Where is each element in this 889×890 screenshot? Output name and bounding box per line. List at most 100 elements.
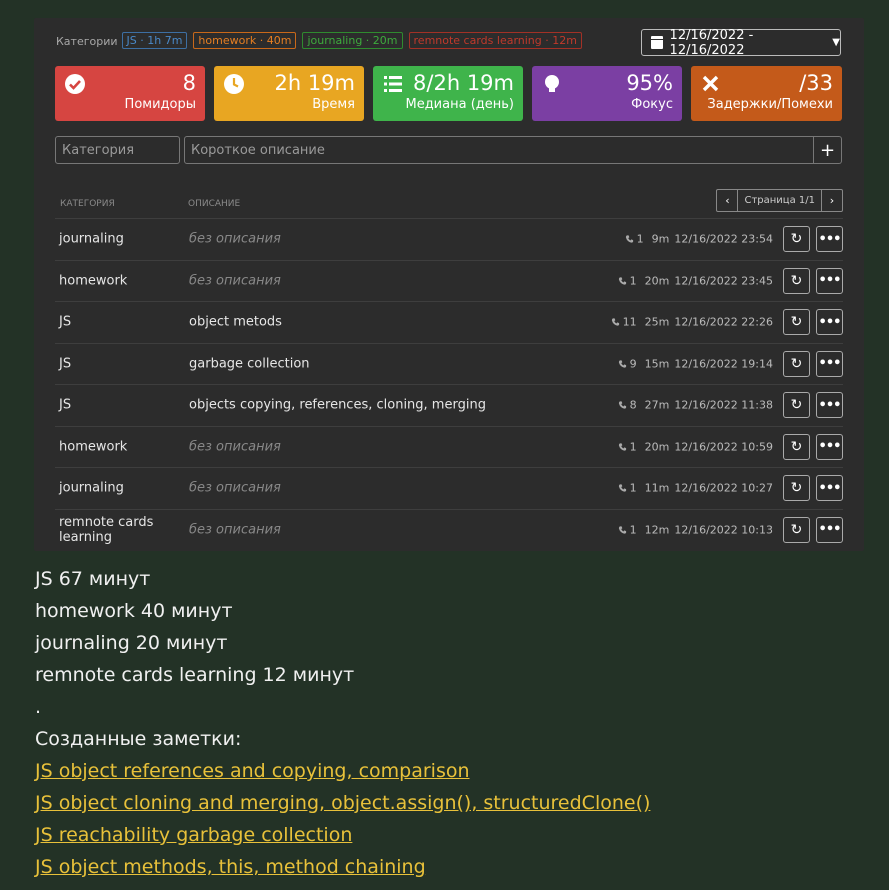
row-interruptions: 1 xyxy=(629,523,637,537)
repeat-button[interactable]: ↻ xyxy=(783,309,810,336)
more-icon: ••• xyxy=(818,397,842,413)
repeat-button[interactable]: ↻ xyxy=(783,433,810,460)
row-duration: 15m xyxy=(644,357,670,371)
sessions-table: journaling без описания 1 9m 12/16/2022 23:5… xyxy=(55,218,843,550)
more-button[interactable]: ••• xyxy=(816,226,843,253)
row-datetime: 12/16/2022 19:14 xyxy=(674,357,773,371)
phone-icon xyxy=(618,401,626,409)
row-meta: 1 20m 12/16/2022 23:45 xyxy=(618,274,773,287)
summary-line: journaling 20 минут xyxy=(35,632,228,654)
category-input[interactable] xyxy=(55,136,180,164)
chevron-down-icon: ▼ xyxy=(832,37,840,48)
note-link[interactable]: JS object references and copying, compar… xyxy=(35,755,650,787)
row-meta: 8 27m 12/16/2022 11:38 xyxy=(618,399,773,412)
row-interruptions: 1 xyxy=(629,440,637,454)
more-button[interactable]: ••• xyxy=(816,309,843,336)
note-link[interactable]: JS object methods, this, method chaining xyxy=(35,851,650,883)
summary-line: remnote cards learning 12 минут xyxy=(35,664,355,686)
stat-caption: Медиана (день) xyxy=(405,97,514,112)
phone-icon xyxy=(618,360,626,368)
phone-icon xyxy=(618,277,626,285)
row-datetime: 12/16/2022 11:38 xyxy=(674,398,773,412)
row-datetime: 12/16/2022 22:26 xyxy=(674,315,773,329)
stat-value: 8/2h 19m xyxy=(413,71,514,95)
row-meta: 11 25m 12/16/2022 22:26 xyxy=(611,316,773,329)
stat-value: 95% xyxy=(626,71,673,95)
repeat-button[interactable]: ↻ xyxy=(783,392,810,419)
lightbulb-icon xyxy=(545,75,559,92)
row-category: remnote cards learning xyxy=(59,514,154,545)
redo-icon: ↻ xyxy=(790,480,803,497)
redo-icon: ↻ xyxy=(790,355,803,372)
more-button[interactable]: ••• xyxy=(816,516,843,543)
redo-icon: ↻ xyxy=(790,438,803,455)
repeat-button[interactable]: ↻ xyxy=(783,267,810,294)
note-link[interactable]: JS object cloning and merging, object.as… xyxy=(35,787,650,819)
more-icon: ••• xyxy=(818,356,842,372)
more-button[interactable]: ••• xyxy=(816,267,843,294)
redo-icon: ↻ xyxy=(790,314,803,331)
more-icon: ••• xyxy=(818,439,842,455)
add-button[interactable]: + xyxy=(814,136,842,164)
row-duration: 27m xyxy=(644,398,670,412)
row-description: без описания xyxy=(189,273,281,289)
row-interruptions: 1 xyxy=(629,274,637,288)
category-tag[interactable]: homework · 40m xyxy=(193,32,297,49)
more-button[interactable]: ••• xyxy=(816,350,843,377)
stat-caption: Помидоры xyxy=(124,97,196,112)
category-tag[interactable]: remnote cards learning · 12m xyxy=(408,32,582,49)
row-datetime: 12/16/2022 23:54 xyxy=(674,232,773,246)
stat-pomodoros: 8 Помидоры xyxy=(55,66,205,121)
repeat-button[interactable]: ↻ xyxy=(783,475,810,502)
row-category: homework xyxy=(59,439,128,455)
more-icon: ••• xyxy=(818,273,842,289)
notes-title: Созданные заметки: xyxy=(35,728,242,750)
row-category: journaling xyxy=(59,480,124,496)
summary-line: homework 40 минут xyxy=(35,600,233,622)
more-button[interactable]: ••• xyxy=(816,475,843,502)
pomodoro-panel: Категории JS · 1h 7m homework · 40m journa… xyxy=(34,18,864,551)
repeat-button[interactable]: ↻ xyxy=(783,516,810,543)
row-meta: 1 20m 12/16/2022 10:59 xyxy=(618,440,773,453)
next-page-button[interactable]: › xyxy=(822,190,842,211)
row-datetime: 12/16/2022 10:13 xyxy=(674,523,773,537)
more-icon: ••• xyxy=(818,480,842,496)
prev-page-button[interactable]: ‹ xyxy=(717,190,737,211)
phone-icon xyxy=(611,318,619,326)
stat-value: 2h 19m xyxy=(274,71,355,95)
more-button[interactable]: ••• xyxy=(816,433,843,460)
row-category: JS xyxy=(59,397,72,413)
row-description: без описания xyxy=(189,231,281,247)
row-interruptions: 1 xyxy=(636,232,644,246)
row-description: без описания xyxy=(189,522,281,538)
row-description: objects copying, references, cloning, me… xyxy=(189,397,486,413)
table-row: journaling без описания 1 9m 12/16/2022 23:5… xyxy=(55,218,843,260)
check-circle-icon xyxy=(65,74,85,94)
date-range-picker[interactable]: 12/16/2022 - 12/16/2022 ▼ xyxy=(641,27,841,58)
table-row: JS objects copying, references, cloning, … xyxy=(55,384,843,426)
more-button[interactable]: ••• xyxy=(816,392,843,419)
pagination: ‹ Страница 1/1 › xyxy=(716,189,843,212)
row-category: journaling xyxy=(59,231,124,247)
row-meta: 9 15m 12/16/2022 19:14 xyxy=(618,357,773,370)
stat-interruptions: /33 Задержки/Помехи xyxy=(691,66,842,121)
repeat-button[interactable]: ↻ xyxy=(783,350,810,377)
stat-time: 2h 19m Время xyxy=(214,66,364,121)
redo-icon: ↻ xyxy=(790,521,803,538)
note-link[interactable]: JS reachability garbage collection xyxy=(35,819,650,851)
row-category: homework xyxy=(59,273,128,289)
categories-label: Категории xyxy=(56,34,118,48)
redo-icon: ↻ xyxy=(790,272,803,289)
description-input[interactable] xyxy=(184,136,814,164)
table-row: remnote cards learning без описания 1 12m 12… xyxy=(55,508,843,551)
stat-caption: Задержки/Помехи xyxy=(707,97,833,112)
stat-focus: 95% Фокус xyxy=(532,66,682,121)
row-description: без описания xyxy=(189,480,281,496)
repeat-button[interactable]: ↻ xyxy=(783,226,810,253)
category-tag[interactable]: journaling · 20m xyxy=(302,32,403,49)
category-tag[interactable]: JS · 1h 7m xyxy=(121,32,188,49)
row-interruptions: 11 xyxy=(622,315,637,329)
stats-row: 8 Помидоры 2h 19m Время 8/2h 19m Медиана… xyxy=(55,66,842,121)
new-entry-form: + xyxy=(55,136,842,164)
date-range-value: 12/16/2022 - 12/16/2022 xyxy=(669,27,754,58)
